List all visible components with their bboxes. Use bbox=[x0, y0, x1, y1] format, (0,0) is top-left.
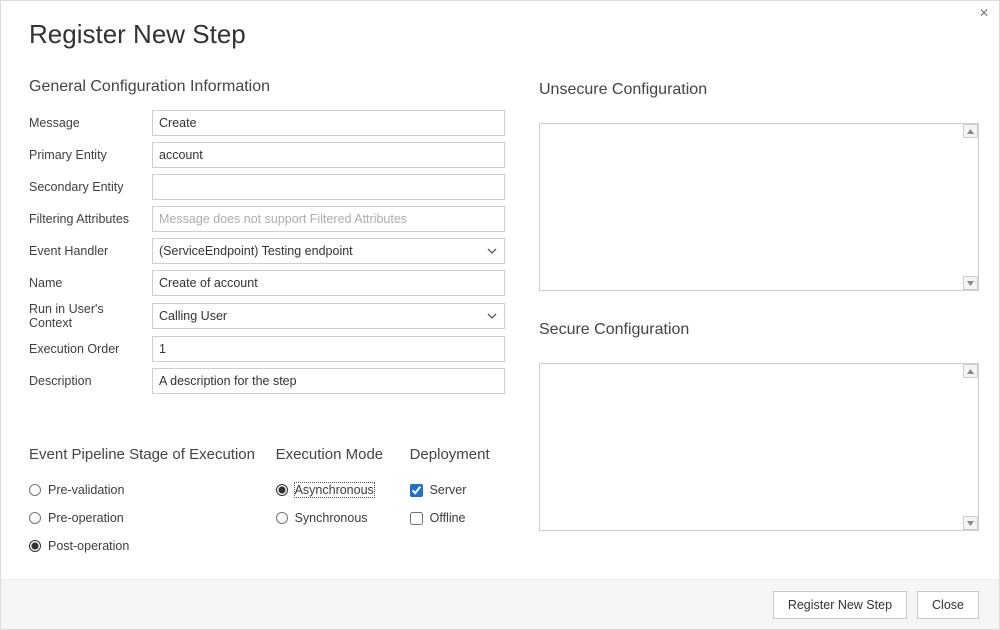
run-context-row: Run in User's Context Calling User bbox=[29, 302, 505, 330]
event-handler-row: Event Handler (ServiceEndpoint) Testing … bbox=[29, 238, 505, 264]
content-area: Register New Step General Configuration … bbox=[29, 19, 979, 579]
pre-validation-option[interactable]: Pre-validation bbox=[29, 483, 266, 497]
pipeline-stage-title: Event Pipeline Stage of Execution bbox=[29, 446, 266, 463]
secure-config-wrap bbox=[539, 363, 979, 531]
close-button[interactable]: Close bbox=[917, 591, 979, 619]
bottom-options: Event Pipeline Stage of Execution Pre-va… bbox=[29, 446, 505, 567]
pipeline-stage-group: Event Pipeline Stage of Execution Pre-va… bbox=[29, 446, 266, 567]
execution-mode-title: Execution Mode bbox=[276, 446, 400, 463]
asynchronous-option[interactable]: Asynchronous bbox=[276, 483, 400, 497]
execution-order-row: Execution Order bbox=[29, 336, 505, 362]
name-label: Name bbox=[29, 276, 152, 290]
event-handler-select[interactable]: (ServiceEndpoint) Testing endpoint bbox=[152, 238, 505, 264]
spinner-up-icon[interactable] bbox=[963, 124, 978, 138]
unsecure-config-wrap bbox=[539, 123, 979, 291]
filtering-attributes-row: Filtering Attributes bbox=[29, 206, 505, 232]
filtering-attributes-label: Filtering Attributes bbox=[29, 212, 152, 226]
dialog-footer: Register New Step Close bbox=[1, 579, 999, 629]
description-label: Description bbox=[29, 374, 152, 388]
right-column: Unsecure Configuration Secure Configurat… bbox=[539, 19, 979, 579]
deployment-group: Deployment Server Offline bbox=[410, 446, 505, 567]
spinner-down-icon[interactable] bbox=[963, 516, 978, 530]
pre-validation-radio[interactable] bbox=[29, 484, 41, 496]
filtering-attributes-input bbox=[152, 206, 505, 232]
dialog-title: Register New Step bbox=[29, 19, 505, 50]
event-handler-label: Event Handler bbox=[29, 244, 152, 258]
unsecure-config-title: Unsecure Configuration bbox=[539, 81, 979, 99]
secondary-entity-input[interactable] bbox=[152, 174, 505, 200]
pre-operation-label: Pre-operation bbox=[48, 511, 124, 525]
post-operation-radio[interactable] bbox=[29, 540, 41, 552]
name-row: Name bbox=[29, 270, 505, 296]
execution-mode-group: Execution Mode Asynchronous Synchronous bbox=[276, 446, 400, 567]
register-step-window: ✕ Register New Step General Configuratio… bbox=[0, 0, 1000, 630]
description-input[interactable] bbox=[152, 368, 505, 394]
message-row: Message bbox=[29, 110, 505, 136]
execution-order-input[interactable] bbox=[152, 336, 505, 362]
offline-label: Offline bbox=[430, 511, 466, 525]
name-input[interactable] bbox=[152, 270, 505, 296]
run-context-select[interactable]: Calling User bbox=[152, 303, 505, 329]
secondary-entity-label: Secondary Entity bbox=[29, 180, 152, 194]
run-context-label: Run in User's Context bbox=[29, 302, 152, 330]
deployment-title: Deployment bbox=[410, 446, 505, 463]
synchronous-option[interactable]: Synchronous bbox=[276, 511, 400, 525]
spinner-up-icon[interactable] bbox=[963, 364, 978, 378]
server-label: Server bbox=[430, 483, 467, 497]
synchronous-label: Synchronous bbox=[295, 511, 368, 525]
message-label: Message bbox=[29, 116, 152, 130]
asynchronous-radio[interactable] bbox=[276, 484, 288, 496]
execution-order-label: Execution Order bbox=[29, 342, 152, 356]
pre-operation-option[interactable]: Pre-operation bbox=[29, 511, 266, 525]
pre-operation-radio[interactable] bbox=[29, 512, 41, 524]
primary-entity-input[interactable] bbox=[152, 142, 505, 168]
synchronous-radio[interactable] bbox=[276, 512, 288, 524]
primary-entity-row: Primary Entity bbox=[29, 142, 505, 168]
unsecure-config-textarea[interactable] bbox=[540, 124, 962, 290]
post-operation-label: Post-operation bbox=[48, 539, 129, 553]
description-row: Description bbox=[29, 368, 505, 394]
offline-option[interactable]: Offline bbox=[410, 511, 505, 525]
post-operation-option[interactable]: Post-operation bbox=[29, 539, 266, 553]
spinner-down-icon[interactable] bbox=[963, 276, 978, 290]
offline-checkbox[interactable] bbox=[410, 512, 423, 525]
server-option[interactable]: Server bbox=[410, 483, 505, 497]
server-checkbox[interactable] bbox=[410, 484, 423, 497]
primary-entity-label: Primary Entity bbox=[29, 148, 152, 162]
secondary-entity-row: Secondary Entity bbox=[29, 174, 505, 200]
pre-validation-label: Pre-validation bbox=[48, 483, 124, 497]
close-icon[interactable]: ✕ bbox=[979, 7, 989, 19]
secure-config-textarea[interactable] bbox=[540, 364, 962, 530]
general-config-fields: Message Primary Entity Secondary Entity bbox=[29, 110, 505, 394]
register-new-step-button[interactable]: Register New Step bbox=[773, 591, 907, 619]
asynchronous-label: Asynchronous bbox=[295, 483, 374, 497]
general-config-title: General Configuration Information bbox=[29, 78, 505, 96]
message-input[interactable] bbox=[152, 110, 505, 136]
left-column: Register New Step General Configuration … bbox=[29, 19, 505, 579]
secure-config-title: Secure Configuration bbox=[539, 321, 979, 339]
